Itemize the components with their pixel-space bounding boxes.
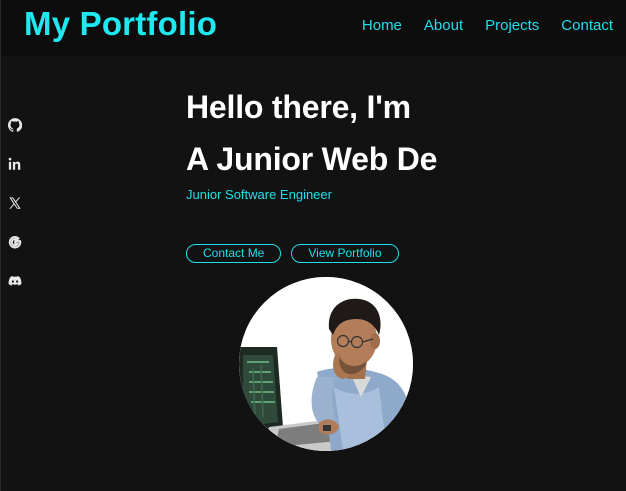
nav-projects-link[interactable]: Projects <box>485 17 539 34</box>
x-icon[interactable] <box>8 196 22 211</box>
view-portfolio-button[interactable]: View Portfolio <box>291 244 399 263</box>
github-icon[interactable] <box>8 118 22 133</box>
hero-subtitle: Junior Software Engineer <box>186 187 332 202</box>
google-icon[interactable] <box>8 235 22 250</box>
nav-contact-link[interactable]: Contact <box>561 17 613 34</box>
hero-greeting: Hello there, I'm <box>186 89 411 125</box>
main-nav: Home About Projects Contact <box>362 17 613 34</box>
top-navbar: My Portfolio Home About Projects Contact <box>1 0 626 56</box>
social-links <box>8 118 22 289</box>
discord-icon[interactable] <box>8 274 22 289</box>
hero-typed-title: A Junior Web De <box>186 141 438 177</box>
nav-home-link[interactable]: Home <box>362 17 402 34</box>
site-logo[interactable]: My Portfolio <box>24 5 217 43</box>
nav-about-link[interactable]: About <box>424 17 463 34</box>
profile-photo <box>239 277 413 451</box>
linkedin-icon[interactable] <box>8 157 22 172</box>
hero-buttons: Contact Me View Portfolio <box>186 244 399 263</box>
contact-me-button[interactable]: Contact Me <box>186 244 282 263</box>
page: My Portfolio Home About Projects Contact… <box>0 0 626 491</box>
